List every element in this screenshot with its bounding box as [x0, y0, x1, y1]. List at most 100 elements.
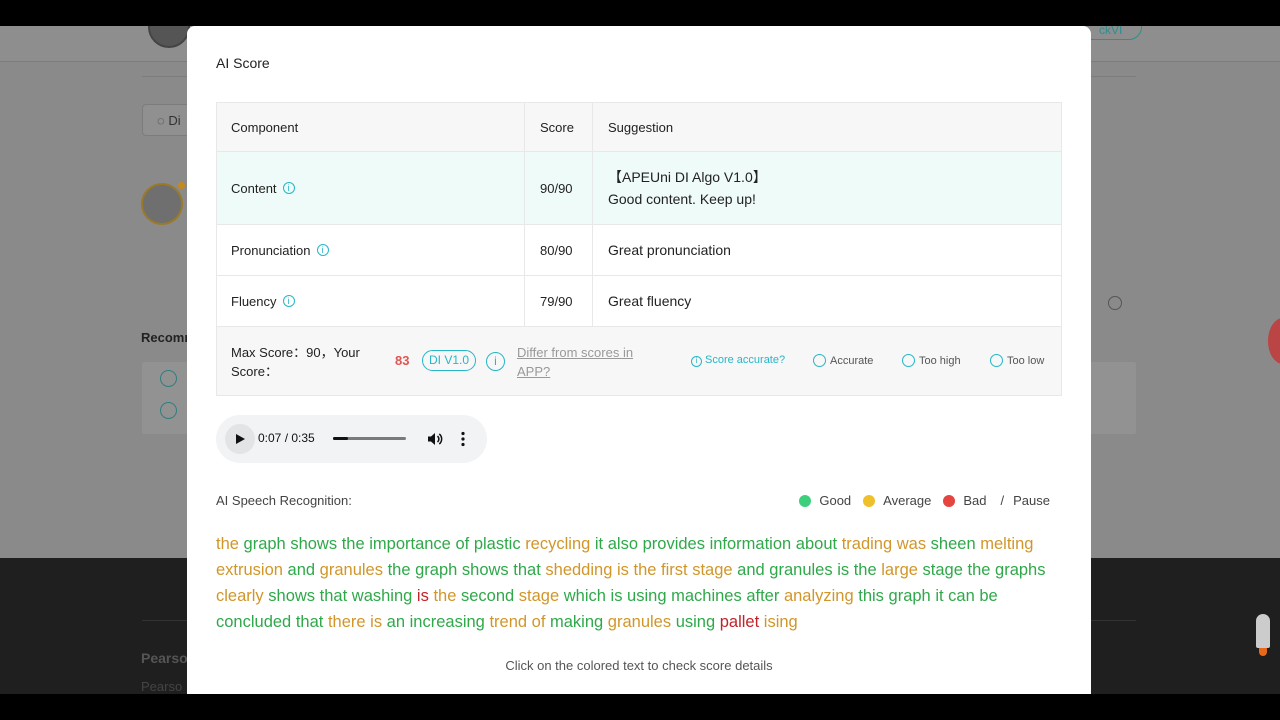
transcript-word[interactable]: the: [388, 561, 411, 579]
transcript-word[interactable]: also: [608, 535, 638, 553]
suggestion-line: Great pronunciation: [608, 242, 731, 258]
transcript-word[interactable]: shows: [290, 535, 337, 553]
transcript-word[interactable]: it: [935, 587, 943, 605]
transcript-word[interactable]: and: [288, 561, 316, 579]
transcript-word[interactable]: granules: [320, 561, 383, 579]
component-label: Content: [231, 180, 277, 196]
transcript-word[interactable]: pallet: [720, 613, 759, 631]
transcript-word[interactable]: was: [897, 535, 926, 553]
transcript-word[interactable]: there: [328, 613, 366, 631]
transcript-word[interactable]: of: [532, 613, 546, 631]
transcript-word[interactable]: is: [611, 587, 623, 605]
transcript-word[interactable]: granules: [608, 613, 671, 631]
score-accurate-label: Score accurate?: [705, 354, 786, 366]
transcript-word[interactable]: clearly: [216, 587, 264, 605]
volume-icon[interactable]: [427, 431, 443, 447]
transcript-word[interactable]: sheen: [931, 535, 976, 553]
radio-label: Too low: [1007, 354, 1045, 367]
transcript-word[interactable]: ising: [764, 613, 798, 631]
transcript-word[interactable]: this: [858, 587, 884, 605]
transcript-word[interactable]: plastic: [474, 535, 521, 553]
transcript-word[interactable]: that: [320, 587, 348, 605]
transcript-word[interactable]: about: [796, 535, 837, 553]
transcript-word[interactable]: the: [433, 587, 456, 605]
transcript-word[interactable]: granules: [769, 561, 832, 579]
transcript-word[interactable]: the: [342, 535, 365, 553]
radio-too-high[interactable]: Too high: [902, 354, 961, 367]
transcript-word[interactable]: machines: [671, 587, 742, 605]
transcript-word[interactable]: is: [837, 561, 849, 579]
transcript-word[interactable]: it: [595, 535, 603, 553]
transcript-word[interactable]: using: [676, 613, 715, 631]
legend: Good Average Bad / Pause: [787, 493, 1050, 508]
footer-title: Pearso: [141, 650, 188, 666]
legend-pause-label: Pause: [1013, 493, 1050, 508]
info-icon[interactable]: i: [316, 244, 329, 256]
transcript-word[interactable]: recycling: [525, 535, 590, 553]
transcript-word[interactable]: shedding: [545, 561, 612, 579]
component-cell: Pronunciation i: [217, 225, 525, 275]
transcript-word[interactable]: that: [296, 613, 324, 631]
transcript-word[interactable]: extrusion: [216, 561, 283, 579]
transcript-word[interactable]: can: [948, 587, 975, 605]
transcript-word[interactable]: is: [617, 561, 629, 579]
transcript-word[interactable]: of: [455, 535, 469, 553]
transcript-word[interactable]: graph: [415, 561, 457, 579]
info-icon[interactable]: i: [282, 295, 295, 307]
transcript-word[interactable]: and: [737, 561, 765, 579]
legend-average: Average: [863, 493, 931, 508]
info-icon[interactable]: i: [486, 352, 505, 371]
transcript-word[interactable]: washing: [352, 587, 413, 605]
transcript-word[interactable]: is: [370, 613, 382, 631]
transcript-word[interactable]: making: [550, 613, 603, 631]
transcript-word[interactable]: increasing: [410, 613, 485, 631]
score-details-hint: Click on the colored text to check score…: [505, 658, 773, 673]
transcript-word[interactable]: stage: [692, 561, 732, 579]
radio-accurate[interactable]: Accurate: [813, 354, 873, 367]
info-icon[interactable]: i: [282, 182, 295, 194]
transcript-word[interactable]: after: [746, 587, 779, 605]
transcript-word[interactable]: stage: [923, 561, 963, 579]
transcript-word[interactable]: trend: [489, 613, 527, 631]
transcript-word[interactable]: graphs: [995, 561, 1045, 579]
star-icon: [178, 182, 185, 189]
transcript-word[interactable]: the: [216, 535, 239, 553]
transcript-word[interactable]: the: [968, 561, 991, 579]
transcript-word[interactable]: concluded: [216, 613, 291, 631]
transcript-word[interactable]: the: [854, 561, 877, 579]
differ-scores-link[interactable]: Differ from scores in APP?: [517, 343, 657, 381]
more-options-icon[interactable]: [461, 431, 465, 447]
transcript-word[interactable]: which: [564, 587, 606, 605]
transcript-word[interactable]: using: [627, 587, 666, 605]
play-button[interactable]: [225, 424, 255, 454]
footer-subtitle: Pearso: [141, 679, 183, 694]
transcript-word[interactable]: importance: [369, 535, 451, 553]
transcript-word[interactable]: trading: [842, 535, 892, 553]
transcript-word[interactable]: analyzing: [784, 587, 854, 605]
transcript-word[interactable]: graph: [889, 587, 931, 605]
transcript-word[interactable]: shows: [462, 561, 509, 579]
play-icon: [160, 370, 177, 387]
transcript-word[interactable]: second: [461, 587, 514, 605]
transcript-word[interactable]: large: [881, 561, 918, 579]
transcript-word[interactable]: an: [387, 613, 405, 631]
transcript-word[interactable]: that: [513, 561, 541, 579]
transcript-word[interactable]: melting: [980, 535, 1033, 553]
transcript-word[interactable]: is: [417, 587, 429, 605]
transcript-word[interactable]: be: [979, 587, 997, 605]
legend-good-label: Good: [819, 493, 852, 508]
transcript-word[interactable]: information: [710, 535, 792, 553]
score-cell: 79/90: [525, 276, 593, 326]
component-cell: Content i: [217, 152, 525, 224]
transcript-word[interactable]: provides: [643, 535, 705, 553]
transcript-word[interactable]: shows: [268, 587, 315, 605]
component-label: Pronunciation: [231, 242, 311, 258]
transcript-word[interactable]: stage: [519, 587, 559, 605]
audio-seek-bar[interactable]: [333, 437, 406, 440]
transcript-word[interactable]: first: [661, 561, 688, 579]
rocket-icon: [1256, 614, 1270, 648]
radio-circle-icon: [813, 354, 826, 367]
transcript-word[interactable]: graph: [244, 535, 286, 553]
transcript-word[interactable]: the: [633, 561, 656, 579]
radio-too-low[interactable]: Too low: [990, 354, 1044, 367]
